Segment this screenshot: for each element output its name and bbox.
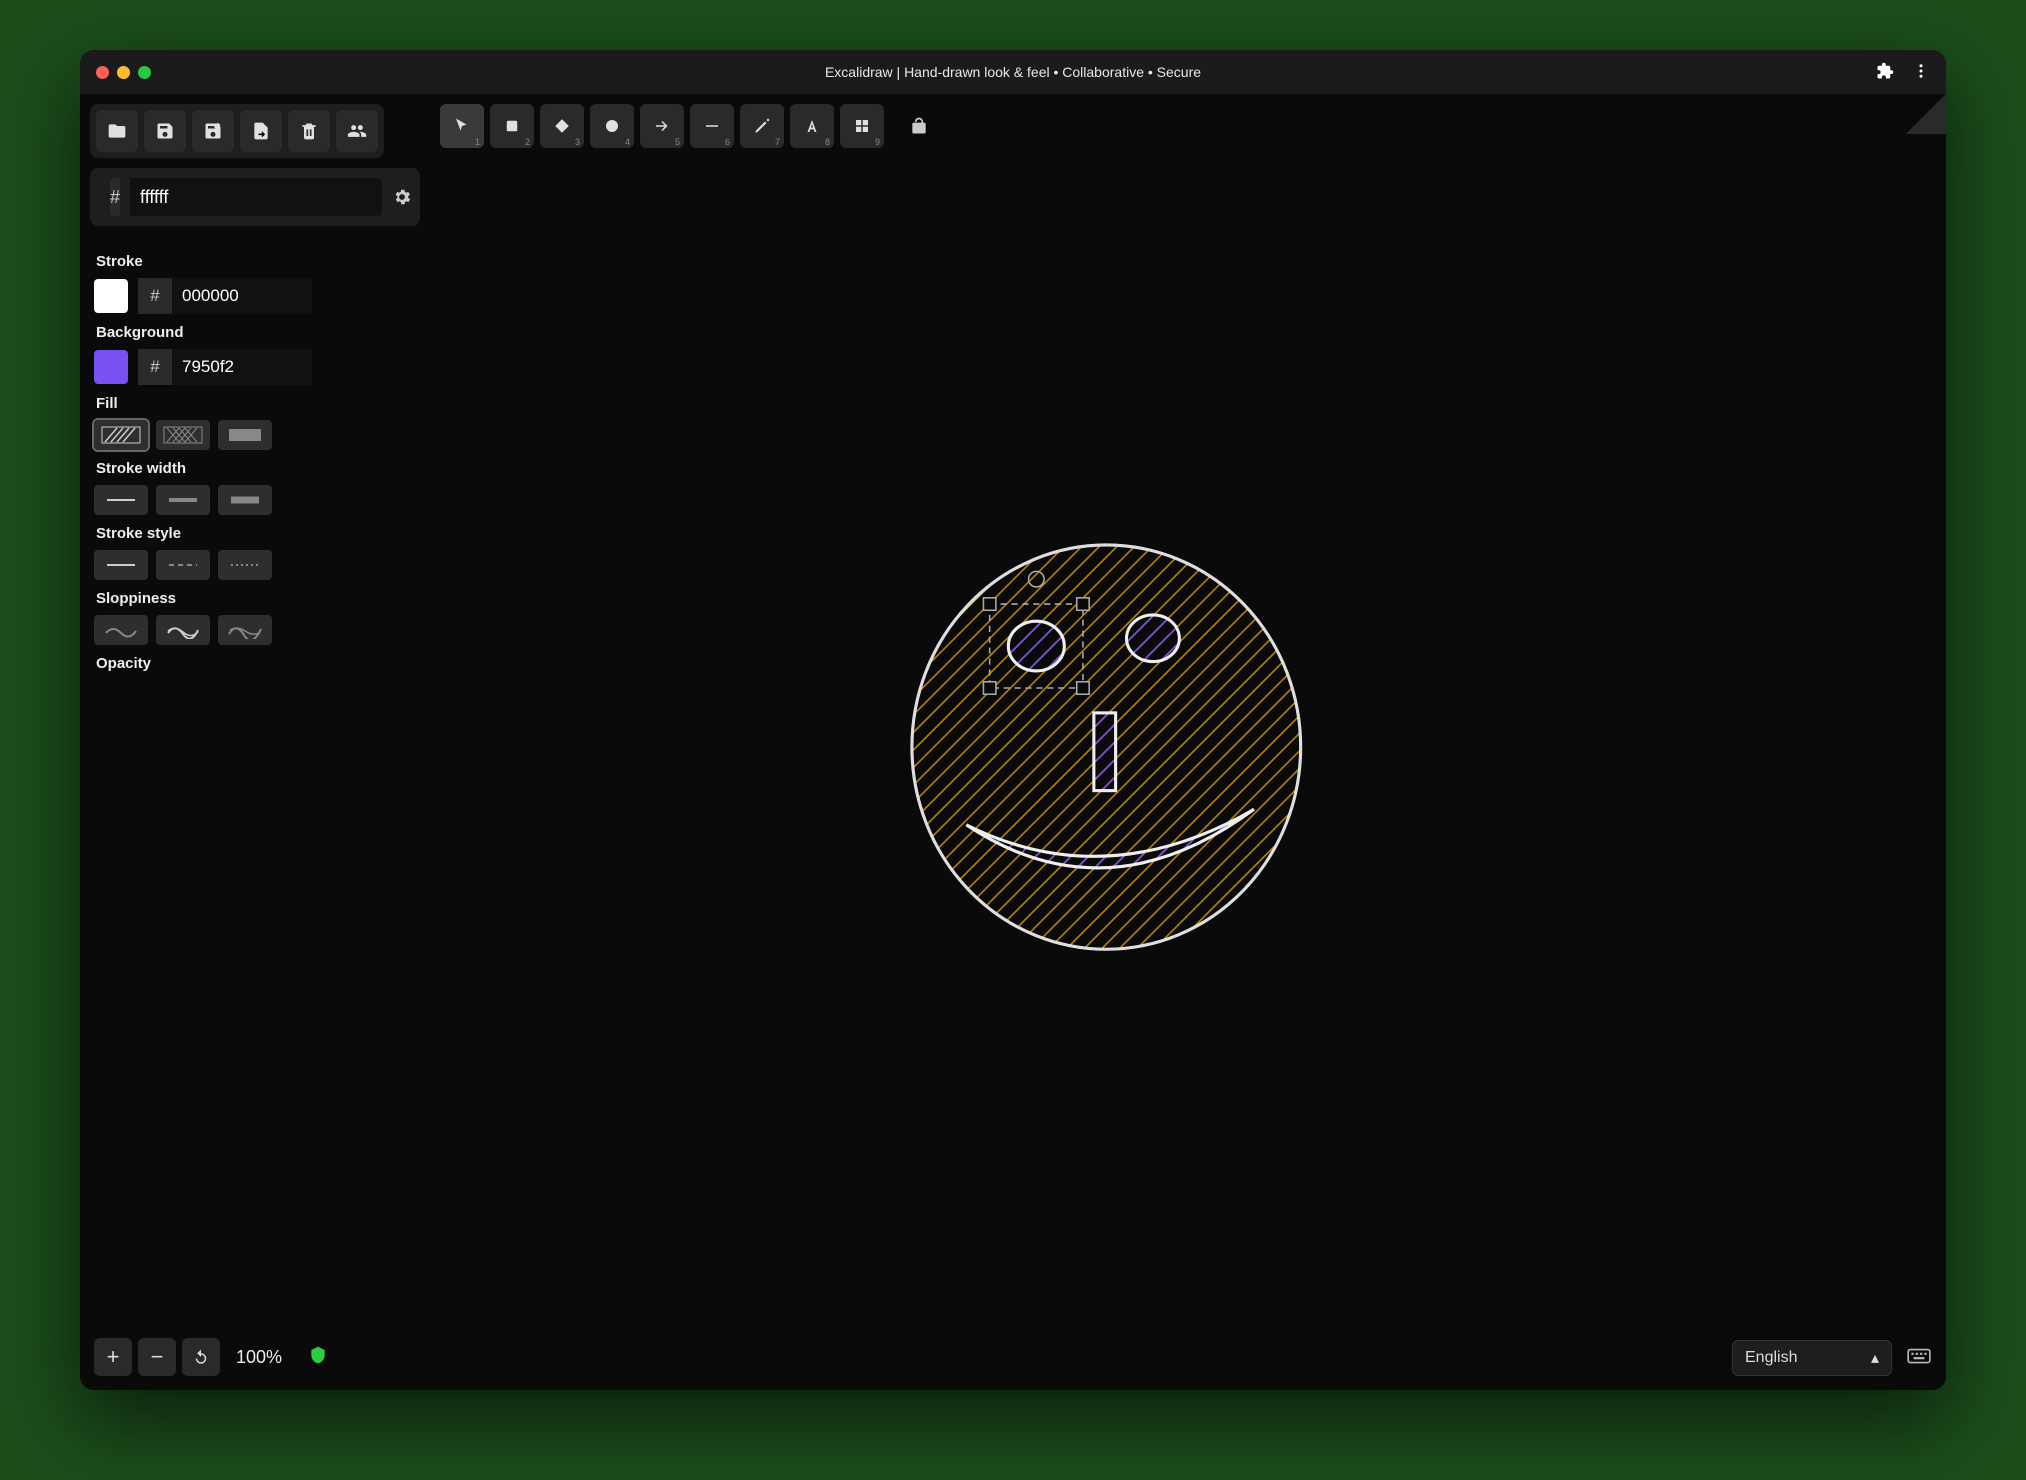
sloppiness-artist-option[interactable]	[156, 615, 210, 645]
stroke-label: Stroke	[96, 253, 430, 270]
maximize-window-button[interactable]	[138, 66, 151, 79]
stroke-width-thick-option[interactable]	[218, 485, 272, 515]
rectangle-tool[interactable]: 2	[490, 104, 534, 148]
save-button[interactable]	[144, 110, 186, 152]
save-as-button[interactable]	[192, 110, 234, 152]
app-window: Excalidraw | Hand-drawn look & feel • Co…	[80, 50, 1946, 1390]
stroke-color-swatch[interactable]	[94, 279, 128, 313]
stroke-width-medium-option[interactable]	[156, 485, 210, 515]
background-color-input[interactable]	[172, 349, 312, 385]
hash-label: #	[138, 349, 172, 385]
canvas-color-input[interactable]	[130, 178, 382, 216]
github-corner-icon[interactable]	[1906, 94, 1946, 134]
sloppiness-cartoonist-option[interactable]	[218, 615, 272, 645]
diamond-tool[interactable]: 3	[540, 104, 584, 148]
opacity-label: Opacity	[96, 655, 430, 672]
keyboard-shortcuts-icon[interactable]	[1906, 1343, 1932, 1374]
ellipse-tool[interactable]: 4	[590, 104, 634, 148]
arrow-tool[interactable]: 5	[640, 104, 684, 148]
footer-right: English ▴	[1732, 1340, 1932, 1376]
settings-gear-icon[interactable]	[392, 181, 412, 213]
background-label: Background	[96, 324, 430, 341]
properties-panel[interactable]: Stroke # Background # Fill Stroke width	[90, 239, 430, 1310]
fill-label: Fill	[96, 395, 430, 412]
chevron-up-icon: ▴	[1871, 1348, 1879, 1368]
fill-crosshatch-option[interactable]	[156, 420, 210, 450]
open-button[interactable]	[96, 110, 138, 152]
clear-canvas-button[interactable]	[288, 110, 330, 152]
app-body: # 1 2 3 4 5 6 7 8 9 Stroke #	[80, 94, 1946, 1390]
selection-tool[interactable]: 1	[440, 104, 484, 148]
canvas-color-panel: #	[90, 168, 420, 226]
stroke-style-dotted-option[interactable]	[218, 550, 272, 580]
window-controls	[96, 66, 151, 79]
window-title: Excalidraw | Hand-drawn look & feel • Co…	[80, 64, 1946, 80]
sloppiness-architect-option[interactable]	[94, 615, 148, 645]
lock-toggle[interactable]	[902, 109, 936, 143]
zoom-controls: + − 100%	[94, 1338, 328, 1376]
file-toolbar	[90, 104, 384, 158]
close-window-button[interactable]	[96, 66, 109, 79]
language-selected-label: English	[1745, 1349, 1797, 1367]
export-button[interactable]	[240, 110, 282, 152]
titlebar: Excalidraw | Hand-drawn look & feel • Co…	[80, 50, 1946, 94]
stroke-style-solid-option[interactable]	[94, 550, 148, 580]
zoom-in-button[interactable]: +	[94, 1338, 132, 1376]
hash-label: #	[138, 278, 172, 314]
background-color-swatch[interactable]	[94, 350, 128, 384]
text-tool[interactable]: 8	[790, 104, 834, 148]
extension-icon[interactable]	[1876, 62, 1894, 83]
stroke-style-label: Stroke style	[96, 525, 430, 542]
library-tool[interactable]: 9	[840, 104, 884, 148]
language-select[interactable]: English ▴	[1732, 1340, 1892, 1376]
shape-toolbar: 1 2 3 4 5 6 7 8 9	[440, 104, 936, 148]
stroke-style-dashed-option[interactable]	[156, 550, 210, 580]
zoom-reset-button[interactable]	[182, 1338, 220, 1376]
stroke-color-input[interactable]	[172, 278, 312, 314]
zoom-level-label: 100%	[236, 1347, 282, 1368]
stroke-width-thin-option[interactable]	[94, 485, 148, 515]
collaborate-button[interactable]	[336, 110, 378, 152]
zoom-out-button[interactable]: −	[138, 1338, 176, 1376]
line-tool[interactable]: 6	[690, 104, 734, 148]
minimize-window-button[interactable]	[117, 66, 130, 79]
stroke-width-label: Stroke width	[96, 460, 430, 477]
fill-hachure-option[interactable]	[94, 420, 148, 450]
encryption-shield-icon[interactable]	[308, 1345, 328, 1370]
hash-label: #	[110, 178, 120, 216]
kebab-menu-icon[interactable]	[1912, 62, 1930, 83]
fill-solid-option[interactable]	[218, 420, 272, 450]
draw-tool[interactable]: 7	[740, 104, 784, 148]
sloppiness-label: Sloppiness	[96, 590, 430, 607]
